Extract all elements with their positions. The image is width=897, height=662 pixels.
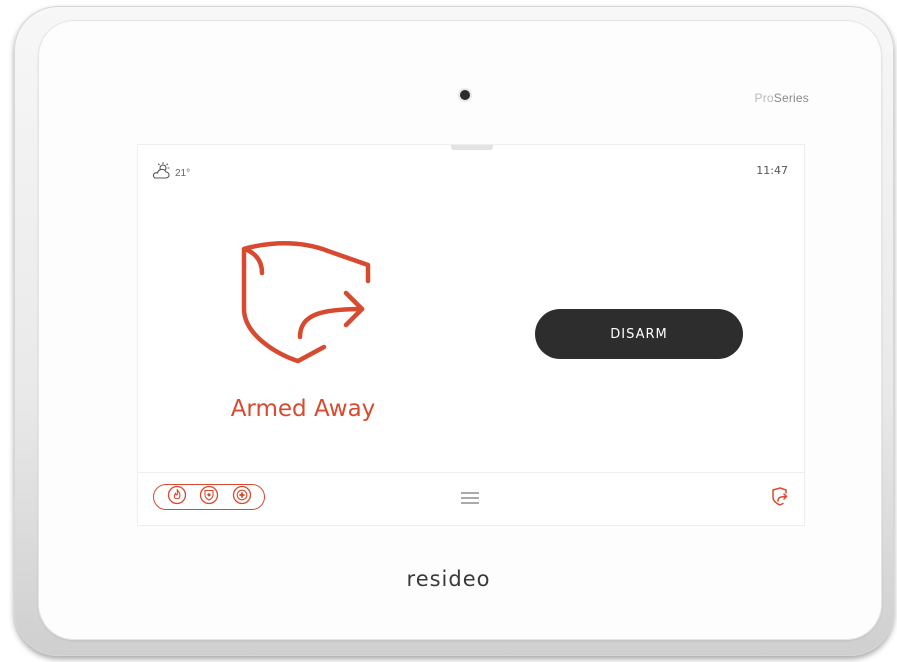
armed-away-shield-icon [236,237,376,372]
armed-away-icon[interactable] [770,486,790,513]
fire-icon [167,485,187,510]
arm-status-label: Armed Away [230,396,376,422]
bottom-bar [138,472,804,525]
temperature: 21° [175,168,191,179]
camera-lens [460,90,470,100]
emergency-panic-buttons[interactable] [153,484,265,510]
cloudy-sun-icon [152,162,172,185]
disarm-button[interactable]: DISARM [535,309,743,359]
touch-screen: 21° 11:47 Armed Away DISARM [138,145,804,525]
brand-logo: resideo [406,567,491,591]
model-label: ProSeries [754,91,809,105]
medical-icon [232,485,252,510]
menu-icon[interactable] [459,490,481,511]
clock: 11:47 [756,164,788,177]
weather-widget[interactable]: 21° [152,162,190,185]
police-icon [199,485,219,510]
pull-down-handle[interactable] [451,145,493,150]
